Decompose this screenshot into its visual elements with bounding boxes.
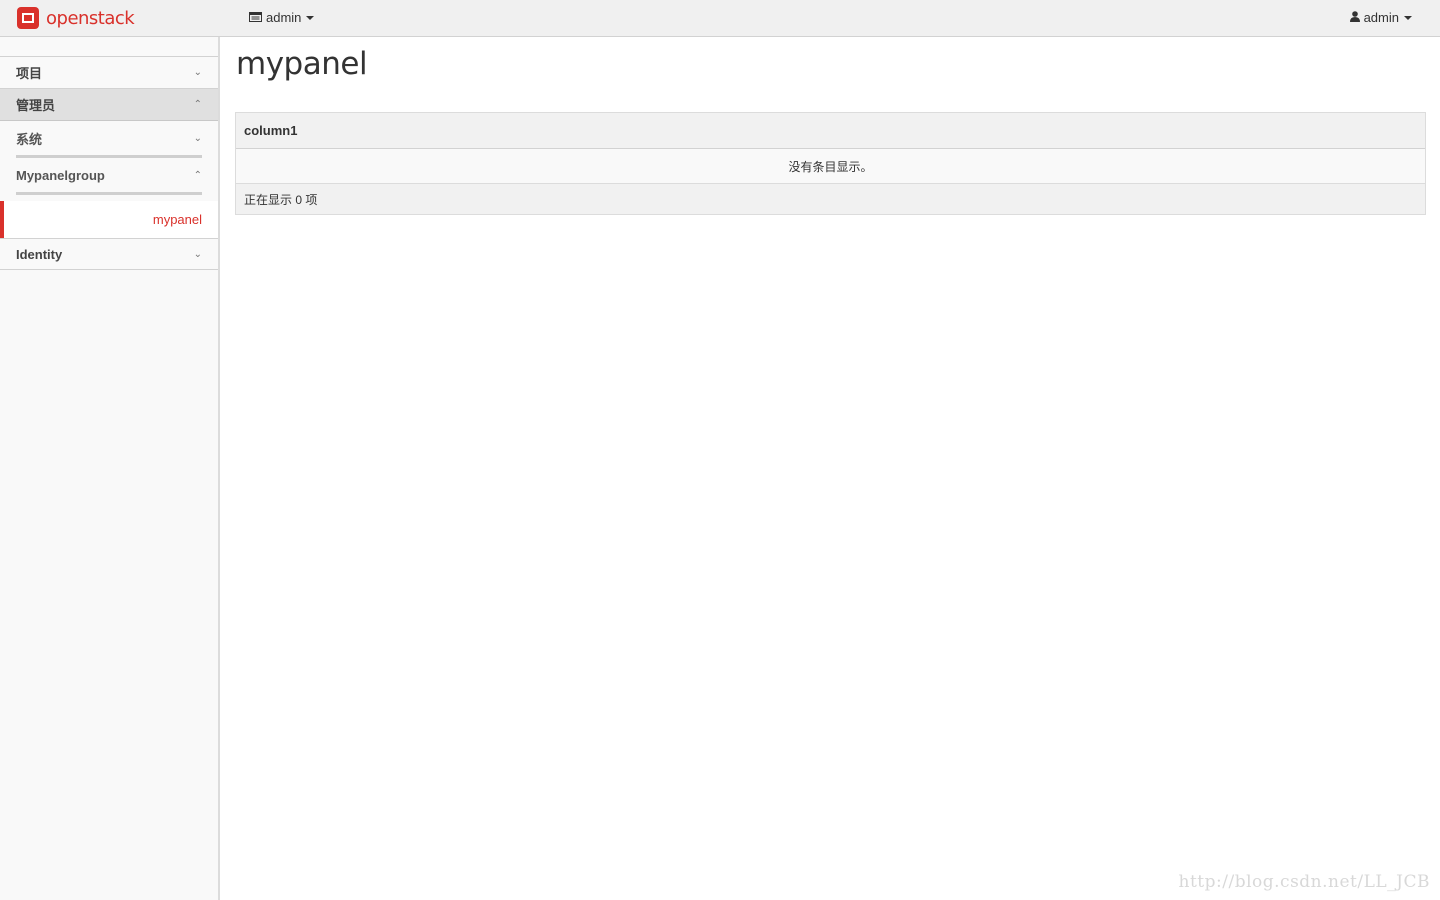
data-table: column1 没有条目显示。 正在显示 0 项 <box>235 112 1426 215</box>
project-label: admin <box>266 10 302 25</box>
sidebar-section-label: Identity <box>16 246 63 262</box>
sidebar-section-label: 项目 <box>16 66 43 81</box>
user-label: admin <box>1363 10 1399 25</box>
sidebar-section-identity[interactable]: Identity ⌄ <box>0 238 218 270</box>
sidebar-group-label: 系统 <box>16 131 43 147</box>
sidebar-spacer <box>0 37 218 57</box>
sidebar-section-admin[interactable]: 管理员 ⌃ <box>0 89 218 121</box>
caret-down-icon <box>1404 15 1412 20</box>
table-empty-row: 没有条目显示。 <box>236 149 1425 184</box>
project-dropdown[interactable]: admin <box>249 10 315 25</box>
column-header[interactable]: column1 <box>244 123 297 138</box>
sidebar-item-label: mypanel <box>152 212 202 227</box>
sidebar-section-project[interactable]: 项目 ⌄ <box>0 57 218 89</box>
sidebar-item-mypanel[interactable]: mypanel <box>0 201 218 238</box>
user-icon <box>1349 10 1360 25</box>
chevron-up-icon: ⌃ <box>193 169 202 181</box>
chevron-up-icon: ⌃ <box>193 99 202 110</box>
empty-message: 没有条目显示。 <box>788 159 873 174</box>
chevron-down-icon: ⌄ <box>193 132 202 144</box>
sidebar: 项目 ⌄ 管理员 ⌃ 系统 ⌄ Mypanelgroup ⌃ mypanel I… <box>0 37 220 900</box>
brand-name: openstack <box>46 7 135 29</box>
item-count: 正在显示 0 项 <box>244 192 318 207</box>
table-header: column1 <box>236 113 1425 149</box>
table-footer: 正在显示 0 项 <box>236 184 1425 214</box>
caret-down-icon <box>306 15 315 20</box>
top-navbar: openstack admin admin <box>0 0 1440 37</box>
sidebar-group-label: Mypanelgroup <box>16 167 105 183</box>
sidebar-section-label: 管理员 <box>16 98 56 113</box>
brand-link[interactable]: openstack <box>16 5 135 31</box>
page-title: mypanel <box>236 46 368 82</box>
sidebar-group-system[interactable]: 系统 ⌄ <box>16 121 202 158</box>
project-icon <box>249 10 262 25</box>
openstack-logo-icon <box>16 6 40 30</box>
chevron-down-icon: ⌄ <box>193 67 202 78</box>
watermark: http://blog.csdn.net/LL_JCB <box>1178 872 1430 892</box>
user-dropdown[interactable]: admin <box>1349 10 1412 25</box>
sidebar-group-mypanelgroup[interactable]: Mypanelgroup ⌃ <box>16 158 202 195</box>
chevron-down-icon: ⌄ <box>193 248 202 260</box>
